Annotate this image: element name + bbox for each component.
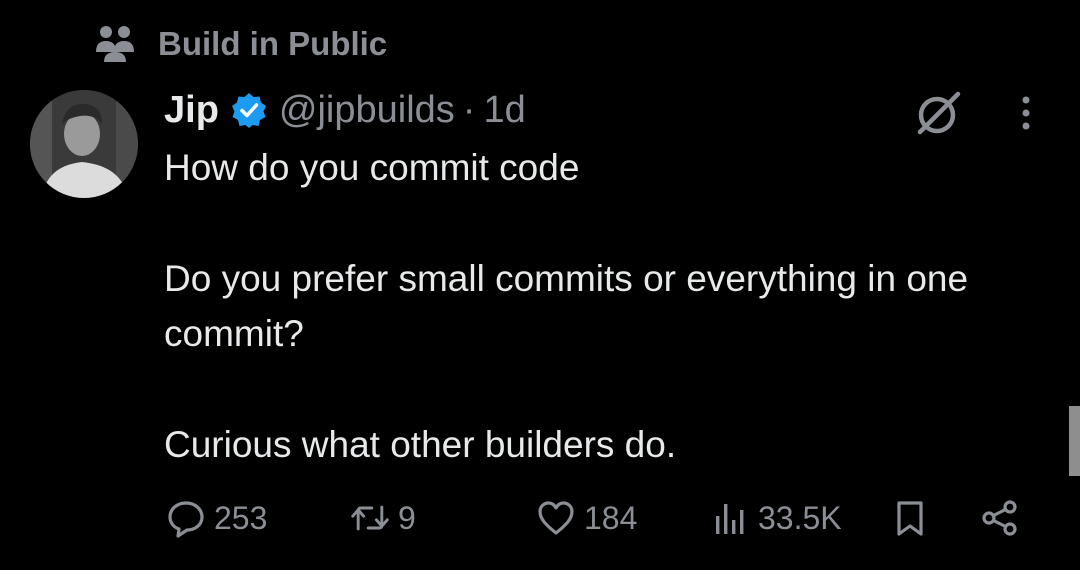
post-time[interactable]: 1d (483, 89, 525, 132)
views-button[interactable]: 33.5K (710, 490, 842, 546)
bookmark-button[interactable] (890, 490, 930, 546)
grok-icon[interactable] (914, 90, 964, 136)
tweet-line: Do you prefer small commits or everythin… (164, 258, 969, 354)
repost-count: 9 (398, 499, 416, 536)
share-icon (982, 500, 1017, 536)
separator-dot: · (462, 88, 476, 131)
views-icon (716, 504, 744, 534)
community-name: Build in Public (158, 25, 388, 62)
author-name[interactable]: Jip (164, 89, 219, 132)
heart-icon (538, 501, 574, 535)
tweet-header: Jip @jipbuilds · 1d (164, 86, 526, 134)
avatar[interactable] (30, 90, 138, 198)
share-button[interactable] (980, 490, 1020, 546)
tweet-line: Curious what other builders do. (164, 424, 677, 465)
like-count: 184 (584, 499, 638, 536)
reply-button[interactable]: 253 (166, 490, 267, 546)
verified-badge-icon (231, 93, 266, 128)
more-options-icon[interactable] (1008, 94, 1044, 134)
reply-count: 253 (214, 499, 268, 536)
community-people-icon (96, 26, 134, 62)
bookmark-icon (897, 501, 923, 536)
tweet-text: How do you commit code Do you prefer sma… (164, 140, 1044, 472)
repost-icon (351, 505, 389, 531)
like-button[interactable]: 184 (536, 490, 637, 546)
author-handle[interactable]: @jipbuilds (279, 89, 455, 132)
reply-icon (168, 501, 204, 538)
scrollbar[interactable] (1069, 406, 1080, 476)
tweet-line: How do you commit code (164, 147, 580, 188)
community-label[interactable]: Build in Public (94, 24, 387, 64)
repost-button[interactable]: 9 (350, 490, 416, 546)
action-bar: 253 9 184 33.5K (0, 490, 1080, 546)
views-count: 33.5K (758, 499, 842, 536)
avatar-photo (30, 90, 138, 198)
